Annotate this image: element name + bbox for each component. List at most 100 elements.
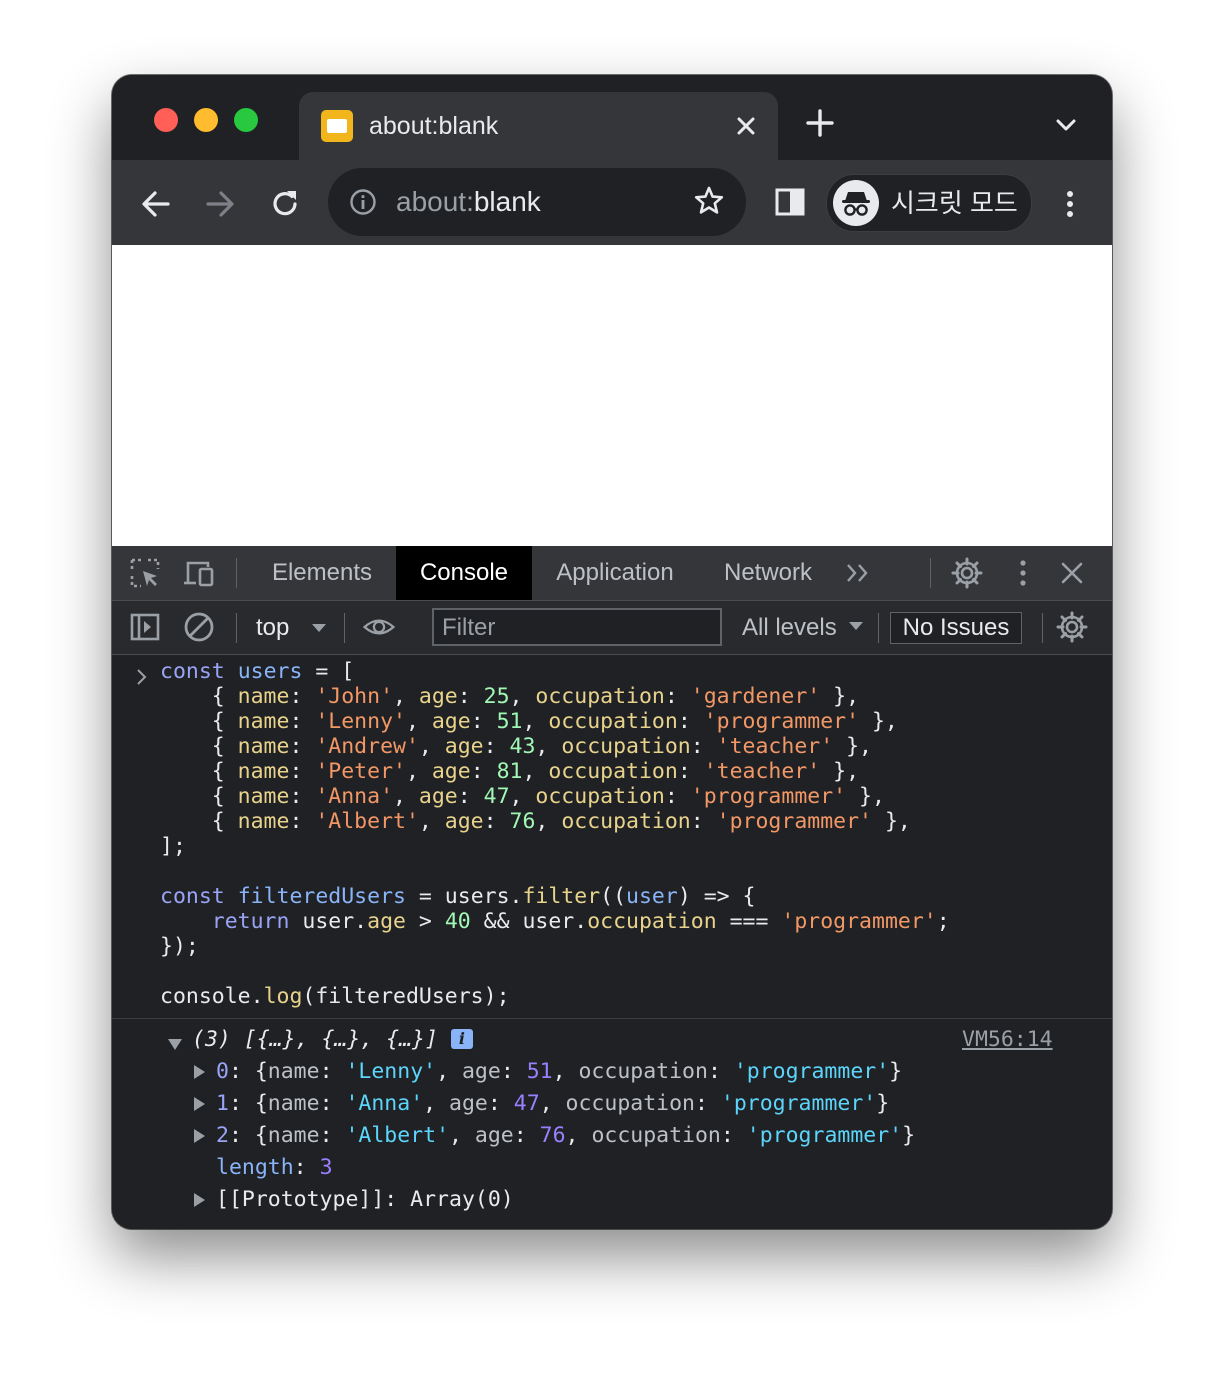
code-token: 51 [496, 709, 523, 734]
code-token: const [160, 884, 225, 909]
address-bar[interactable]: about:blank [328, 168, 746, 236]
maximize-window-button[interactable] [234, 108, 258, 132]
new-tab-button[interactable] [805, 108, 835, 138]
tab-search-button[interactable] [1052, 111, 1080, 139]
code-token: (( [600, 884, 627, 909]
incognito-icon [842, 192, 870, 216]
close-devtools-icon[interactable] [1055, 556, 1089, 590]
item-occupation: 'programmer' [733, 1059, 890, 1084]
page-favicon-icon [321, 110, 353, 142]
devtools-tab-bar: Elements Console Application Network [112, 546, 1112, 601]
console-toolbar: top Filter All levels No Issues [112, 601, 1112, 655]
item-name: 'Anna' [345, 1091, 424, 1116]
tab-title: about:blank [369, 112, 499, 140]
close-window-button[interactable] [154, 108, 178, 132]
settings-gear-icon[interactable] [950, 556, 984, 590]
tab-close-button[interactable] [731, 111, 761, 141]
code-token: }, [846, 784, 885, 809]
dropdown-triangle-icon[interactable] [302, 611, 336, 645]
clear-console-icon[interactable] [182, 610, 216, 644]
context-selector[interactable]: top [256, 613, 289, 643]
console-output-entry: (3) [{…}, {…}, {…}] i VM56:14 0: {name: … [112, 1019, 1112, 1229]
side-panel-button[interactable] [770, 182, 810, 222]
more-vert-icon [1067, 191, 1073, 217]
tab-elements[interactable]: Elements [256, 546, 388, 600]
item-age: 76 [539, 1123, 566, 1148]
code-token: filteredUsers [237, 884, 406, 909]
bookmark-star-icon[interactable] [692, 184, 726, 218]
code-token: }); [160, 934, 199, 959]
collapse-triangle-icon[interactable] [194, 1193, 205, 1207]
array-item[interactable]: 1: {name: 'Anna', age: 47, occupation: '… [216, 1089, 889, 1119]
expand-triangle-icon[interactable] [168, 1039, 182, 1050]
array-item[interactable]: 0: {name: 'Lenny', age: 51, occupation: … [216, 1057, 902, 1087]
forward-button[interactable] [200, 184, 240, 224]
live-expression-eye-icon[interactable] [362, 610, 396, 644]
sidebar-toggle-icon[interactable] [128, 610, 162, 644]
source-location-link[interactable]: VM56:14 [962, 1025, 1053, 1055]
tab-console[interactable]: Console [396, 546, 532, 600]
array-summary[interactable]: (3) [{…}, {…}, {…}] i [192, 1025, 473, 1055]
url-scheme: about: [396, 186, 474, 217]
array-length: length: 3 [216, 1155, 333, 1180]
inspect-element-icon[interactable] [128, 556, 162, 590]
code-token: ; [936, 909, 950, 934]
arrow-left-icon [142, 191, 170, 217]
console-settings-gear-icon[interactable] [1055, 610, 1089, 644]
side-panel-icon [775, 188, 805, 216]
reload-button[interactable] [265, 184, 305, 224]
code-token: 'programmer' [781, 909, 937, 934]
console-separator [344, 613, 345, 643]
code-token: 'Andrew' [315, 734, 419, 759]
tab-network[interactable]: Network [710, 546, 826, 600]
collapse-triangle-icon[interactable] [194, 1097, 205, 1111]
devtools-menu-icon[interactable] [1006, 556, 1040, 590]
item-occupation: 'programmer' [746, 1123, 903, 1148]
more-tabs-chevron-icon[interactable] [842, 556, 876, 590]
filter-placeholder: Filter [442, 614, 496, 641]
code-token: const [160, 659, 225, 684]
collapse-triangle-icon[interactable] [194, 1129, 205, 1143]
code-token: 81 [496, 759, 523, 784]
code-token: log [263, 984, 303, 1009]
filter-input[interactable]: Filter [432, 608, 722, 646]
code-token: 'John' [315, 684, 394, 709]
array-item[interactable]: 2: {name: 'Albert', age: 76, occupation:… [216, 1121, 915, 1151]
length-key: length [216, 1155, 294, 1180]
minimize-window-button[interactable] [194, 108, 218, 132]
code-token: 'Lenny' [315, 709, 406, 734]
page-viewport[interactable] [112, 245, 1112, 546]
collapse-triangle-icon[interactable] [194, 1065, 205, 1079]
browser-tab[interactable]: about:blank [299, 92, 778, 160]
back-button[interactable] [136, 184, 176, 224]
code-token: > [405, 909, 445, 934]
console-input-entry[interactable]: const users = [ { name: 'John', age: 25,… [112, 655, 1112, 1019]
reload-icon [273, 191, 297, 216]
code-token: 'Anna' [315, 784, 394, 809]
browser-window: about:blank about:blank 시크릿 모드 Elements … [112, 75, 1112, 1229]
item-index: 0 [216, 1059, 229, 1084]
array-prototype[interactable]: [[Prototype]]: Array(0) [216, 1185, 514, 1215]
item-name: 'Albert' [345, 1123, 450, 1148]
code-token: (filteredUsers); [302, 984, 510, 1009]
browser-menu-button[interactable] [1050, 184, 1090, 224]
code-token: 43 [509, 734, 536, 759]
info-icon[interactable] [348, 187, 378, 217]
log-levels-dropdown[interactable]: All levels [742, 613, 837, 643]
device-toolbar-icon[interactable] [182, 556, 216, 590]
code-token: = [ [315, 659, 355, 684]
issues-button[interactable]: No Issues [890, 612, 1022, 644]
code-token: 'Albert' [315, 809, 419, 834]
close-icon [737, 117, 755, 135]
levels-dropdown-triangle-icon[interactable] [840, 610, 874, 644]
info-badge-icon[interactable]: i [450, 1029, 473, 1049]
tab-application[interactable]: Application [540, 546, 690, 600]
arrow-right-icon [206, 191, 234, 217]
code-token: user [626, 884, 678, 909]
plus-icon [806, 109, 834, 137]
item-index: 2 [216, 1123, 229, 1148]
incognito-profile-button[interactable]: 시크릿 모드 [826, 174, 1032, 232]
code-token: 25 [483, 684, 510, 709]
devtools-separator [236, 558, 237, 588]
code-token: console. [160, 984, 264, 1009]
